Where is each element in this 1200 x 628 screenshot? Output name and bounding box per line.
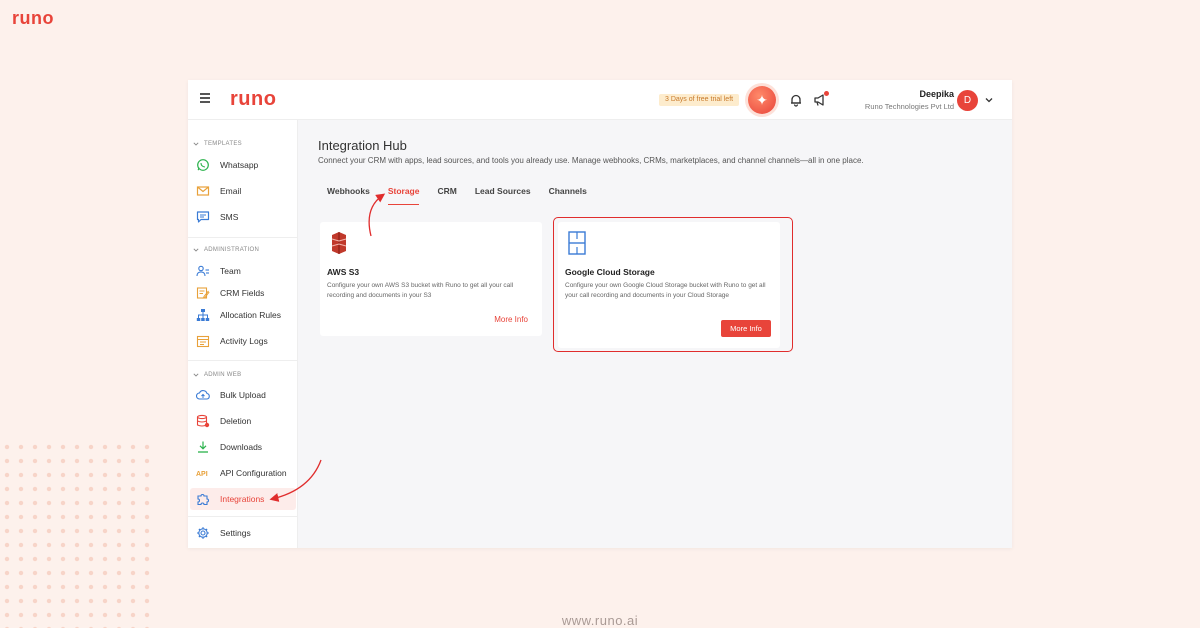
trial-badge[interactable]: 3 Days of free trial left (659, 94, 740, 106)
section-label-templates[interactable]: TEMPLATES (193, 141, 242, 147)
section-label-admin-web[interactable]: ADMIN WEB (193, 372, 241, 378)
hierarchy-icon (196, 309, 210, 321)
aws-s3-icon (331, 232, 347, 254)
user-company: Runo Technologies Pvt Ltd (864, 102, 954, 111)
main-content: Integration Hub Connect your CRM with ap… (318, 138, 1012, 205)
sidebar-item-crm-fields[interactable]: CRM Fields (190, 282, 296, 304)
tab-storage[interactable]: Storage (387, 186, 420, 205)
chat-bubble-icon (196, 211, 210, 223)
bell-icon[interactable] (789, 93, 803, 107)
chevron-down-icon (193, 248, 199, 252)
envelope-icon (196, 186, 210, 196)
avatar[interactable]: D (957, 90, 978, 111)
app-logo[interactable]: runo (230, 88, 276, 111)
tab-crm[interactable]: CRM (437, 186, 456, 205)
calendar-log-icon (196, 335, 210, 348)
divider (188, 516, 298, 517)
more-info-link[interactable]: More Info (494, 315, 528, 324)
user-name[interactable]: Deepika (919, 89, 954, 99)
sidebar-item-email[interactable]: Email (190, 180, 296, 202)
section-label-administration[interactable]: ADMINISTRATION (193, 247, 259, 253)
sidebar-item-allocation-rules[interactable]: Allocation Rules (190, 304, 296, 326)
divider (188, 237, 298, 238)
edit-form-icon (196, 287, 210, 299)
sidebar-item-integrations[interactable]: Integrations (190, 488, 296, 510)
chevron-down-icon[interactable] (985, 96, 993, 104)
puzzle-icon (197, 494, 209, 506)
tab-webhooks[interactable]: Webhooks (327, 186, 370, 205)
download-icon (198, 441, 208, 453)
sidebar-item-deletion[interactable]: Deletion (190, 410, 296, 432)
tab-channels[interactable]: Channels (549, 186, 587, 205)
sidebar-item-sms[interactable]: SMS (190, 206, 296, 228)
svg-text:API: API (196, 471, 208, 478)
sidebar-item-activity-logs[interactable]: Activity Logs (190, 330, 296, 352)
chevron-down-icon (193, 373, 199, 377)
gear-icon (197, 527, 209, 539)
more-info-button[interactable]: More Info (721, 320, 771, 337)
integration-card-google-cloud-storage: Google Cloud Storage Configure your own … (558, 222, 780, 348)
card-title: Google Cloud Storage (565, 267, 655, 277)
card-title: AWS S3 (327, 267, 360, 277)
cloud-storage-icon (568, 231, 586, 255)
tab-bar: Webhooks Storage CRM Lead Sources Channe… (327, 186, 587, 205)
sidebar-item-team[interactable]: Team (190, 260, 296, 282)
integration-card-aws-s3: AWS S3 Configure your own AWS S3 bucket … (320, 222, 542, 336)
sidebar-item-settings[interactable]: Settings (190, 522, 296, 544)
footer-url: www.runo.ai (561, 613, 639, 628)
whatsapp-icon (197, 159, 209, 171)
page-title: Integration Hub (318, 138, 407, 153)
cloud-upload-icon (196, 390, 210, 400)
database-delete-icon (196, 414, 210, 428)
chevron-down-icon (193, 142, 199, 146)
sidebar-item-whatsapp[interactable]: Whatsapp (190, 154, 296, 176)
sidebar: TEMPLATES Whatsapp Email SMS ADMINISTRAT… (188, 120, 298, 548)
decorative-dot-pattern (0, 440, 150, 628)
sparkle-icon: ✦ (756, 92, 768, 108)
page-subtitle: Connect your CRM with apps, lead sources… (318, 156, 864, 165)
tab-lead-sources[interactable]: Lead Sources (475, 186, 531, 205)
sidebar-item-downloads[interactable]: Downloads (190, 436, 296, 458)
card-description: Configure your own AWS S3 bucket with Ru… (327, 282, 514, 299)
ai-sparkle-button[interactable]: ✦ (748, 86, 776, 114)
sidebar-item-api-configuration[interactable]: API API Configuration (190, 462, 296, 484)
hamburger-menu-icon[interactable] (200, 93, 210, 103)
team-icon (196, 265, 209, 277)
notification-dot (824, 91, 829, 96)
top-bar: runo 3 Days of free trial left ✦ Deepika… (188, 80, 1012, 120)
card-description: Configure your own Google Cloud Storage … (565, 282, 766, 299)
divider (188, 360, 298, 361)
sidebar-item-bulk-upload[interactable]: Bulk Upload (190, 384, 296, 406)
api-icon: API (196, 471, 208, 478)
runo-brand-logo: runo (12, 8, 54, 28)
